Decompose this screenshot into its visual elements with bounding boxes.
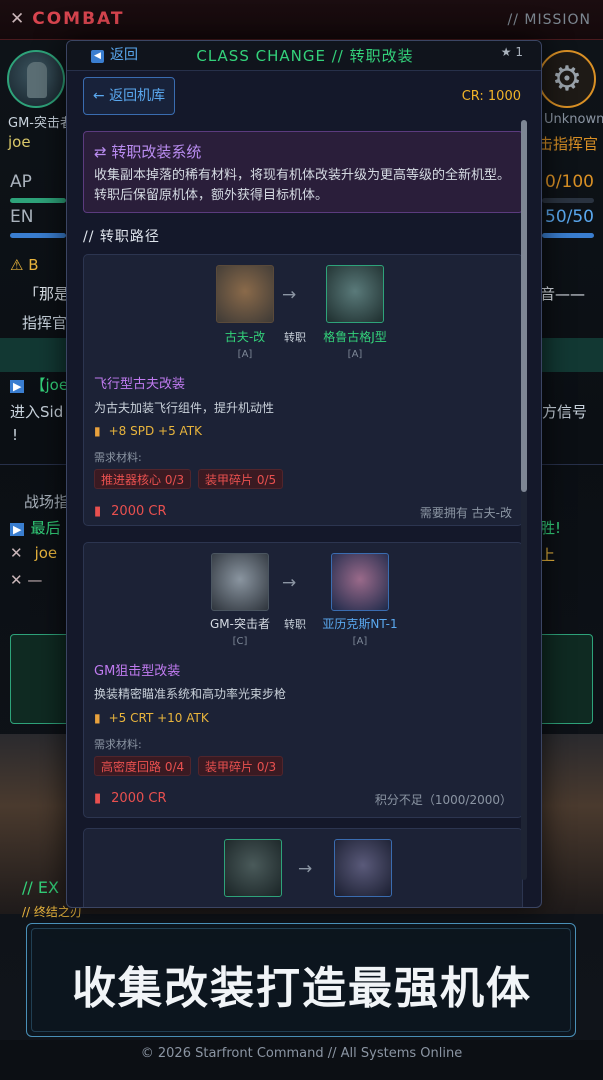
class-change-card[interactable]: → GM-突击者 转职 亚历克斯NT-1 [C] [A] GM狙击型改装 换装精… xyxy=(83,542,523,818)
path-heading: // 转职路径 xyxy=(83,229,160,245)
log-line-7: ▶ 最后 xyxy=(10,517,60,538)
mech-from-name: 古夫-改 xyxy=(224,330,266,344)
crossed-swords-icon: ✕ xyxy=(10,544,23,562)
log-line-8: ✕ joe xyxy=(10,544,58,562)
change-label: 转职 xyxy=(284,618,306,631)
material-tag: 装甲碎片 0/3 xyxy=(198,756,284,776)
material-tag: 推进器核心 0/3 xyxy=(94,469,192,489)
mech-to-name: 格鲁古格J型 xyxy=(323,330,387,344)
card-description: 为古夫加装飞行组件，提升机动性 xyxy=(94,401,275,415)
enemy-unit-name: Unknown xyxy=(544,112,603,127)
class-change-card[interactable]: → 古夫-改 转职 格鲁古格J型 [A] [A] 飞行型古夫改装 为古夫加装飞行… xyxy=(83,254,523,526)
card-stats: ▮ +8 SPD +5 ATK xyxy=(94,424,203,438)
promo-banner: 收集改装打造最强机体 xyxy=(26,923,576,1037)
modal-title: CLASS CHANGE // 转职改装 xyxy=(196,47,414,65)
log-line-2: 指挥官 xyxy=(22,314,68,332)
material-label: 需求材料: xyxy=(94,451,142,464)
material-tag: 高密度回路 0/4 xyxy=(94,756,192,776)
star-count: ★ 1 xyxy=(500,45,523,59)
mech-from-rank: [A] xyxy=(237,349,253,360)
arrow-icon: → xyxy=(282,285,297,305)
mech-to-rank: [A] xyxy=(352,636,368,647)
ap-bar-enemy xyxy=(542,198,594,203)
player-mech-avatar xyxy=(7,50,65,108)
class-change-modal: ◀ 返回 CLASS CHANGE // 转职改装 ★ 1 ← 返回机库 CR: … xyxy=(66,40,542,908)
ap-label: AP xyxy=(10,172,32,192)
stat-icon: ▮ xyxy=(94,711,101,725)
mech-thumbnail-from xyxy=(211,553,269,611)
cost-icon: ▮ xyxy=(94,504,102,519)
ex-label: // EX xyxy=(22,878,59,897)
mech-from-name: GM-突击者 xyxy=(210,617,270,631)
back-to-hangar-button[interactable]: ← 返回机库 xyxy=(83,77,175,115)
en-value: 50/50 xyxy=(545,207,594,227)
stat-icon: ▮ xyxy=(94,424,101,438)
material-label: 需求材料: xyxy=(94,738,142,751)
cost-label: ▮ 2000 CR xyxy=(94,791,167,806)
log-line-4b: 方信号 xyxy=(542,403,588,421)
log-line-3: ▶ 【joe xyxy=(10,374,68,395)
arrow-icon: → xyxy=(298,859,313,879)
crossed-swords-icon: ✕ — xyxy=(10,571,43,589)
mech-thumbnail-from xyxy=(224,839,282,897)
mech-to-name: 亚历克斯NT-1 xyxy=(322,617,398,631)
log-line-6: 战场指 xyxy=(24,493,70,511)
mission-label: // MISSION xyxy=(507,12,591,28)
footer: © 2026 Starfront Command // All Systems … xyxy=(140,1046,463,1061)
play-icon: ▶ xyxy=(10,380,25,393)
combat-title: ✕ COMBAT xyxy=(10,9,125,29)
log-line-8b: 上 xyxy=(540,546,556,564)
card-title: 飞行型古夫改装 xyxy=(94,377,186,392)
mech-thumbnail-to xyxy=(331,553,389,611)
modal-scrollbar-thumb[interactable] xyxy=(521,120,527,492)
modal-header: ◀ 返回 CLASS CHANGE // 转职改装 ★ 1 xyxy=(67,41,541,71)
info-title: ⇄ 转职改装系统 xyxy=(94,143,202,161)
log-line-5: ! xyxy=(12,426,19,444)
log-line-1: 「那是 xyxy=(24,285,70,303)
cost-icon: ▮ xyxy=(94,791,102,806)
card-description: 换装精密瞄准系统和高功率光束步枪 xyxy=(94,687,287,701)
log-line-4: 进入Sid xyxy=(10,403,64,421)
mech-thumbnail-from xyxy=(216,265,274,323)
requirement-text: 积分不足（1000/2000） xyxy=(374,793,512,807)
en-bar xyxy=(10,233,66,238)
material-tag: 装甲碎片 0/5 xyxy=(198,469,284,489)
crossed-swords-icon: ✕ xyxy=(10,9,27,29)
player-name: joe xyxy=(8,133,31,151)
top-bar: ✕ COMBAT // MISSION xyxy=(0,0,603,40)
cost-label: ▮ 2000 CR xyxy=(94,504,167,519)
info-box: ⇄ 转职改装系统 收集副本掉落的稀有材料，将现有机体改装升级为更高等级的全新机型… xyxy=(83,131,523,213)
ap-value: 0/100 xyxy=(545,172,594,192)
enemy-name: 击指挥官 xyxy=(538,135,599,153)
class-change-card[interactable]: → xyxy=(83,828,523,907)
card-title: GM狙击型改装 xyxy=(94,664,181,679)
cr-balance: CR: 1000 xyxy=(461,89,521,104)
mech-thumbnail-to xyxy=(334,839,392,897)
change-label: 转职 xyxy=(284,331,306,344)
log-line-1b: 音—— xyxy=(540,285,586,303)
ap-bar xyxy=(10,198,66,203)
log-warning-icon: ⚠ B xyxy=(10,256,39,274)
en-bar-enemy xyxy=(542,233,594,238)
arrow-icon: → xyxy=(282,573,297,593)
settings-gear-icon[interactable]: ⚙ xyxy=(538,50,596,108)
mech-thumbnail-to xyxy=(326,265,384,323)
play-icon: ▶ xyxy=(10,523,25,536)
player-unit-name: GM-突击者 xyxy=(8,116,73,131)
info-description: 收集副本掉落的稀有材料，将现有机体改装升级为更高等级的全新机型。转职后保留原机体… xyxy=(94,168,511,203)
banner-text: 收集改装打造最强机体 xyxy=(72,963,532,1014)
requirement-text: 需要拥有 古夫-改 xyxy=(419,506,512,520)
card-stats: ▮ +5 CRT +10 ATK xyxy=(94,711,209,725)
mech-to-rank: [A] xyxy=(347,349,363,360)
en-label: EN xyxy=(10,207,34,227)
mech-from-rank: [C] xyxy=(232,636,248,647)
log-line-7b: 胜! xyxy=(540,519,562,537)
